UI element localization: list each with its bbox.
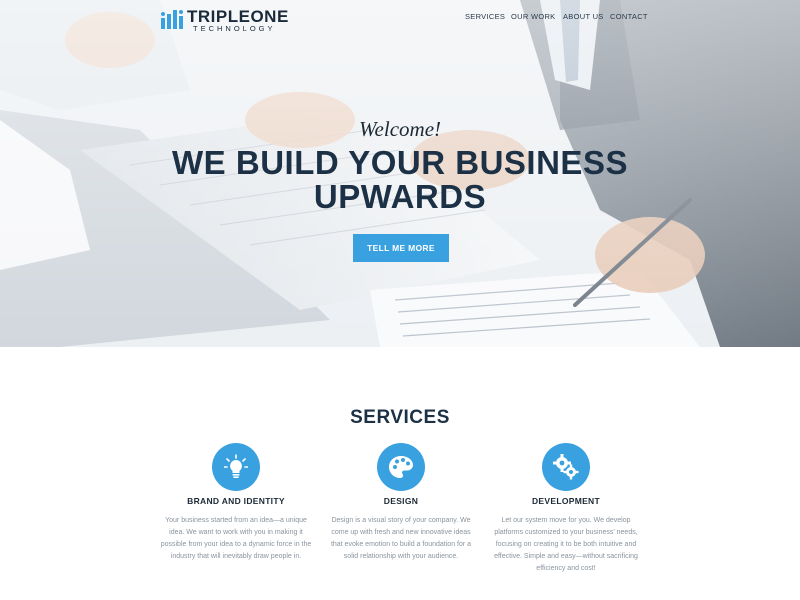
service-description: Let our system move for you. We develop … (494, 517, 638, 572)
logo[interactable]: TRIPLEONE TECHNOLOGY (160, 7, 290, 33)
hero-headline-line1: WE BUILD YOUR BUSINESS (172, 144, 628, 181)
service-development: DEVELOPMENT Let our system move for you.… (486, 443, 646, 575)
gears-icon (542, 443, 590, 491)
service-design: DESIGN Design is a visual story of your … (321, 443, 481, 563)
nav-item-our-work[interactable]: OUR WORK (511, 12, 555, 21)
hero-section: TRIPLEONE TECHNOLOGY SERVICES OUR WORK A… (0, 0, 800, 347)
service-title: BRAND AND IDENTITY (187, 496, 285, 506)
nav-item-about-us[interactable]: ABOUT US (563, 12, 604, 21)
nav-item-contact[interactable]: CONTACT (610, 12, 648, 21)
logo-bars-icon (161, 10, 183, 29)
tell-me-more-button[interactable]: TELL ME MORE (353, 234, 449, 262)
lightbulb-icon (212, 443, 260, 491)
palette-icon (377, 443, 425, 491)
service-title: DEVELOPMENT (531, 496, 600, 506)
service-title: DESIGN (383, 496, 419, 506)
hero-headline-line2: UPWARDS (313, 178, 487, 215)
services-title: SERVICES (350, 407, 450, 428)
service-description: Design is a visual story of your company… (330, 517, 472, 560)
logo-tagline: TECHNOLOGY (193, 24, 276, 33)
service-brand-identity: BRAND AND IDENTITY Your business started… (156, 443, 316, 563)
service-description: Your business started from an idea—a uni… (160, 517, 312, 560)
hero-welcome: Welcome! (358, 117, 442, 141)
nav-item-services[interactable]: SERVICES (465, 12, 505, 21)
hero-headline: WE BUILD YOUR BUSINESS UPWARDS (0, 146, 800, 214)
